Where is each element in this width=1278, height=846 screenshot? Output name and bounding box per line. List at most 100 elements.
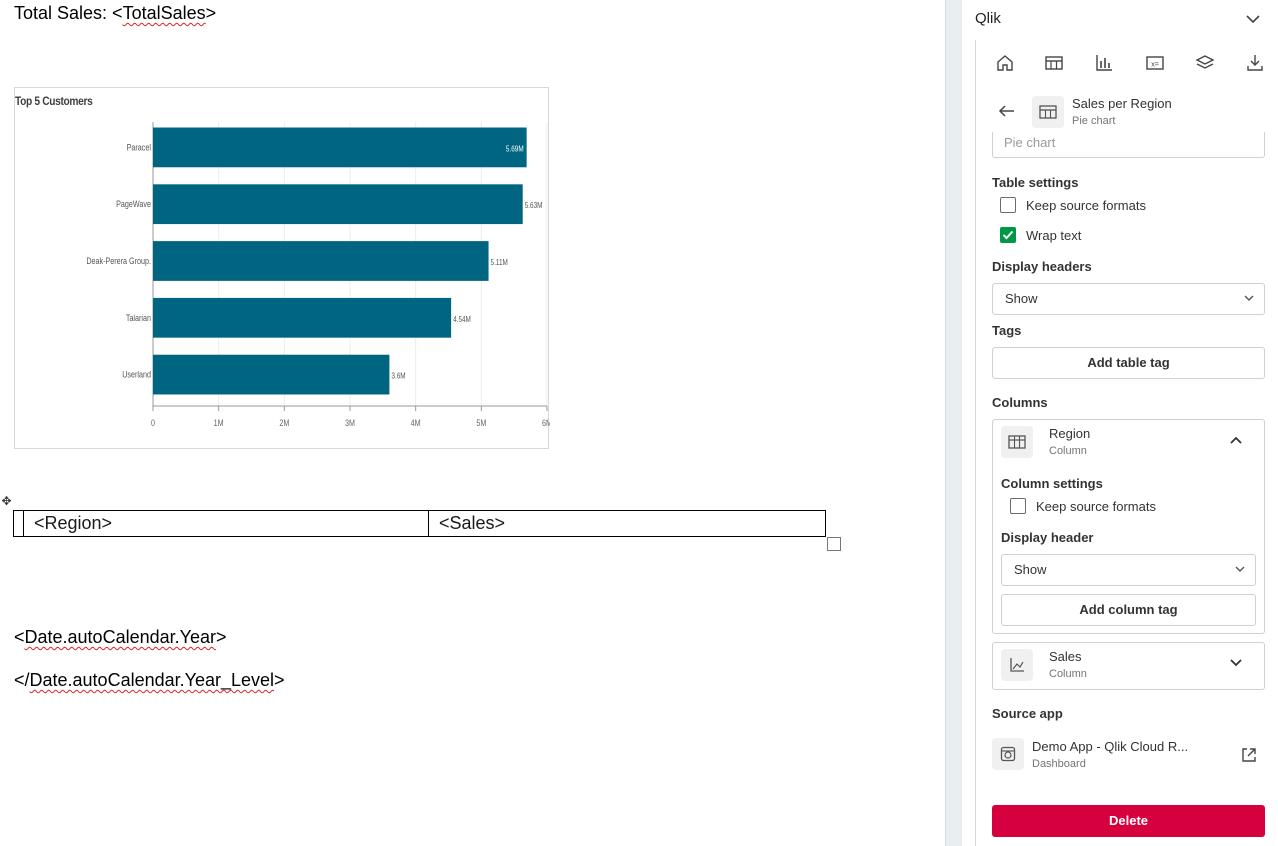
total-sales-prefix: Total Sales: <: [14, 3, 123, 23]
chart-data-label: 5.69M: [506, 144, 524, 154]
keep-source-formats-option[interactable]: Keep source formats: [1000, 195, 1146, 215]
year-close: >: [216, 627, 227, 647]
chevron-down-icon[interactable]: [1244, 12, 1262, 26]
keep-source-formats-label: Keep source formats: [1026, 197, 1146, 213]
chart-x-tick-label: 3M: [345, 418, 355, 428]
source-app-label: Source app: [992, 706, 1063, 721]
chart-category-label: Paracel: [127, 143, 152, 153]
object-title: Sales per Region: [1072, 96, 1172, 111]
chart-x-tick-label: 6M: [542, 418, 550, 428]
add-column-tag-button[interactable]: Add column tag: [1001, 594, 1256, 626]
chevron-down-icon: [1244, 295, 1254, 301]
table-move-handle-icon[interactable]: ✥: [0, 495, 13, 508]
document-scrollbar[interactable]: [945, 0, 962, 846]
display-headers-label: Display headers: [992, 259, 1092, 274]
display-headers-select[interactable]: Show: [992, 283, 1265, 315]
chart-category-label: Userland: [122, 370, 151, 380]
delete-button[interactable]: Delete: [992, 805, 1265, 837]
column-keep-source-formats-option[interactable]: Keep source formats: [1010, 496, 1156, 516]
back-arrow-icon[interactable]: [998, 103, 1016, 119]
table-cell-region[interactable]: <Region>: [23, 511, 429, 536]
year-level-line[interactable]: </Date.autoCalendar.Year_Level>: [14, 670, 285, 691]
qlik-panel: Qlik x= Sales per Region Pie chart Pie c…: [962, 0, 1278, 846]
panel-title: Qlik: [975, 10, 1001, 27]
table-column-icon: [1001, 426, 1033, 458]
display-headers-value: Show: [1005, 291, 1038, 306]
chart-data-label: 3.6M: [391, 371, 405, 381]
wrap-text-label: Wrap text: [1026, 227, 1082, 243]
region-column-name: Region: [1049, 426, 1091, 441]
keep-source-formats-checkbox[interactable]: [1000, 197, 1016, 213]
table-object-icon: [1032, 96, 1064, 128]
top-customers-chart[interactable]: Top 5 Customers 01M2M3M4M5M6MParacel5.69…: [14, 87, 550, 449]
object-name-field[interactable]: Pie chart: [992, 132, 1265, 158]
total-sales-line[interactable]: Total Sales: <TotalSales>: [14, 3, 216, 24]
chevron-down-icon[interactable]: [1230, 659, 1242, 667]
tags-label: Tags: [992, 323, 1022, 338]
chart-bar: [153, 354, 390, 395]
panel-toolbar: x=: [976, 40, 1278, 86]
panel-header: Qlik: [962, 0, 1278, 40]
chart-category-label: PageWave: [116, 199, 151, 209]
chart-x-tick-label: 5M: [476, 418, 486, 428]
chart-x-tick-label: 1M: [214, 418, 224, 428]
table-icon[interactable]: [1043, 52, 1065, 74]
columns-label: Columns: [992, 395, 1048, 410]
chart-data-label: 5.63M: [525, 200, 543, 210]
chart-category-label: Deak-Perera Group.: [86, 256, 151, 266]
document-canvas[interactable]: Total Sales: <TotalSales> Top 5 Customer…: [0, 0, 945, 846]
wrap-text-checkbox[interactable]: [1000, 227, 1016, 243]
object-subtitle: Pie chart: [1072, 115, 1116, 127]
object-breadcrumb: Sales per Region Pie chart: [976, 92, 1278, 132]
table-settings-heading: Table settings: [992, 175, 1079, 190]
column-keep-source-formats-checkbox[interactable]: [1010, 498, 1026, 514]
display-header-label: Display header: [1001, 530, 1094, 545]
external-link-icon[interactable]: [1240, 746, 1258, 764]
year-token: Date.autoCalendar.Year: [24, 627, 216, 647]
source-app-name[interactable]: Demo App - Qlik Cloud R...: [1032, 739, 1188, 754]
chart-bar: [153, 297, 452, 338]
chart-data-label: 4.54M: [453, 314, 471, 324]
table-resize-handle[interactable]: [827, 537, 841, 551]
chart-x-tick-label: 0: [151, 418, 155, 428]
object-name-value: Pie chart: [1004, 135, 1056, 150]
year-level-token: Date.autoCalendar.Year_Level: [29, 670, 275, 690]
checkmark-icon: [1002, 230, 1014, 240]
chart-data-label: 5.11M: [491, 257, 508, 267]
total-sales-token: TotalSales: [122, 3, 206, 23]
display-header-select[interactable]: Show: [1001, 554, 1256, 586]
total-sales-suffix: >: [205, 3, 217, 23]
sales-column-name: Sales: [1049, 649, 1082, 664]
column-keep-source-formats-label: Keep source formats: [1036, 498, 1156, 514]
year-line[interactable]: <Date.autoCalendar.Year>: [14, 627, 227, 648]
measure-icon: [1001, 649, 1033, 681]
svg-text:x=: x=: [1151, 62, 1159, 69]
chart-plot: 0 1M 2M 3M 4M 5M 6M Paracel 5.69M PageWave 5.63M De…: [86, 122, 550, 428]
column-settings-heading: Column settings: [1001, 476, 1103, 491]
year-level-close: >: [274, 670, 285, 690]
wrap-text-option[interactable]: Wrap text: [1000, 225, 1081, 245]
chart-icon[interactable]: [1093, 52, 1115, 74]
panel-content: x= Sales per Region Pie chart Pie chart …: [975, 40, 1278, 846]
sales-column-type: Column: [1049, 668, 1087, 680]
chart-x-tick-label: 2M: [279, 418, 289, 428]
variable-icon[interactable]: x=: [1144, 52, 1166, 74]
home-icon[interactable]: [994, 52, 1016, 74]
chart-bar: [153, 184, 523, 225]
app-icon: [992, 738, 1024, 770]
chevron-up-icon[interactable]: [1230, 436, 1242, 444]
chart-bar: [153, 127, 527, 168]
column-card-region: Region Column Column settings Keep sourc…: [992, 419, 1265, 634]
source-app-type: Dashboard: [1032, 758, 1086, 770]
year-open: <: [14, 627, 25, 647]
add-table-tag-button[interactable]: Add table tag: [992, 347, 1265, 379]
region-column-type: Column: [1049, 445, 1087, 457]
region-sales-table[interactable]: <Region> <Sales>: [13, 510, 826, 537]
table-cell-sales[interactable]: <Sales>: [429, 511, 825, 536]
column-card-sales[interactable]: Sales Column: [992, 642, 1265, 690]
display-header-value: Show: [1014, 562, 1047, 577]
year-level-open: </: [14, 670, 30, 690]
layers-icon[interactable]: [1194, 52, 1216, 74]
chart-category-label: Talarian: [126, 313, 151, 323]
download-icon[interactable]: [1244, 52, 1266, 74]
